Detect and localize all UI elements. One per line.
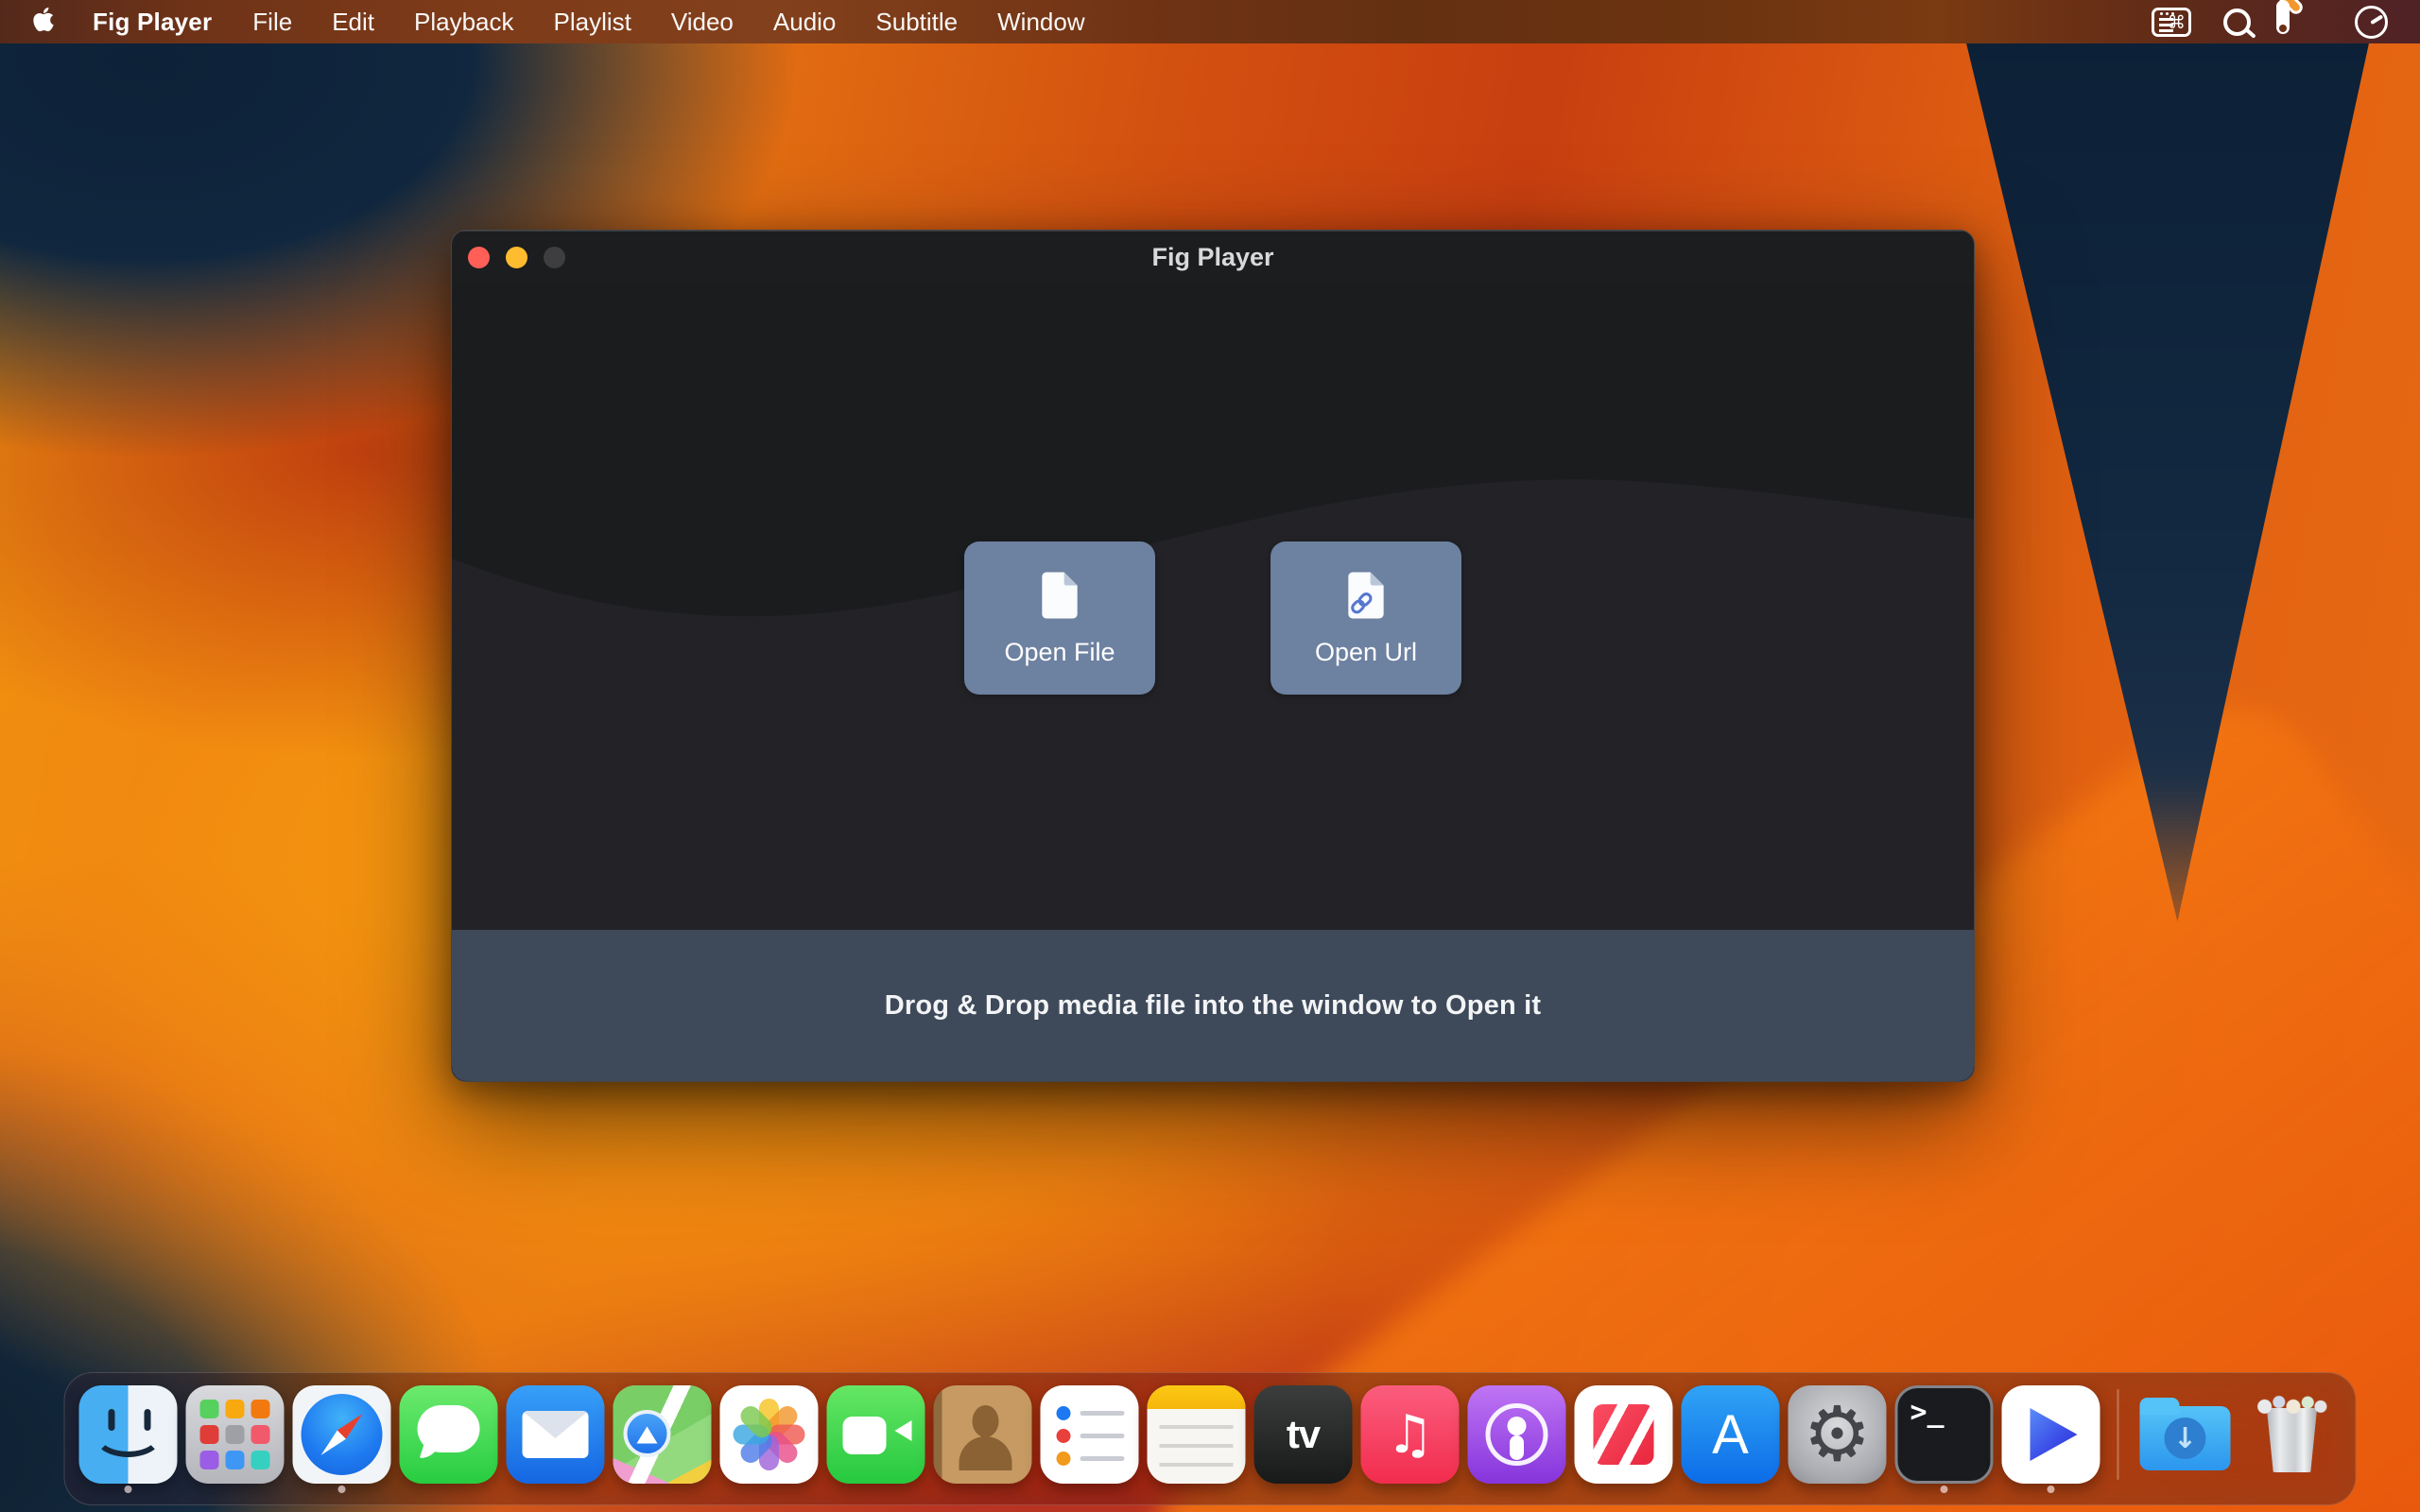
dock-item-downloads[interactable]	[2135, 1382, 2236, 1493]
window-titlebar[interactable]: Fig Player	[452, 231, 1974, 284]
menu-subtitle[interactable]: Subtitle	[856, 0, 977, 43]
menu-bar-left: Fig Player FileEditPlaybackPlaylistVideo…	[21, 0, 1105, 43]
dock-item-settings[interactable]	[1788, 1382, 1888, 1493]
dock-item-figplayer[interactable]	[2001, 1382, 2101, 1493]
control-center-icon[interactable]	[2283, 7, 2323, 37]
menu-audio[interactable]: Audio	[753, 0, 856, 43]
dock-item-podcasts[interactable]	[1467, 1382, 1567, 1493]
notes-icon	[1148, 1385, 1246, 1484]
reminders-icon	[1041, 1385, 1139, 1484]
traffic-lights	[452, 247, 565, 268]
facetime-icon	[827, 1385, 925, 1484]
terminal-icon	[1895, 1385, 1994, 1484]
document-link-icon	[1346, 570, 1386, 624]
spotlight-search-icon[interactable]	[2223, 9, 2251, 36]
app-menus: FileEditPlaybackPlaylistVideoAudioSubtit…	[233, 0, 1104, 43]
keyboard-input-icon[interactable]: ⌘	[2152, 8, 2191, 37]
menu-file[interactable]: File	[233, 0, 312, 43]
window-title: Fig Player	[452, 243, 1974, 272]
menu-playlist[interactable]: Playlist	[534, 0, 651, 43]
figplayer-icon	[2002, 1385, 2100, 1484]
dock-item-notes[interactable]	[1147, 1382, 1247, 1493]
apple-icon	[32, 6, 55, 38]
launchpad-icon	[186, 1385, 285, 1484]
fig-player-window: Fig Player Open File	[451, 230, 1975, 1082]
photos-icon	[720, 1385, 819, 1484]
appstore-icon	[1682, 1385, 1780, 1484]
close-button[interactable]	[468, 247, 490, 268]
dock-item-maps[interactable]	[613, 1382, 713, 1493]
dock-item-tv[interactable]	[1253, 1382, 1354, 1493]
menu-bar-status-area: ⌘	[2152, 0, 2399, 43]
minimize-button[interactable]	[506, 247, 527, 268]
news-icon	[1575, 1385, 1673, 1484]
open-file-button[interactable]: Open File	[964, 541, 1155, 695]
drop-hint-text: Drog & Drop media file into the window t…	[885, 990, 1542, 1022]
maps-icon	[614, 1385, 712, 1484]
dock-item-contacts[interactable]	[933, 1382, 1033, 1493]
dock-item-facetime[interactable]	[826, 1382, 926, 1493]
apple-menu[interactable]	[21, 0, 72, 43]
dock-item-launchpad[interactable]	[185, 1382, 285, 1493]
podcasts-icon	[1468, 1385, 1566, 1484]
dock-item-trash[interactable]	[2242, 1382, 2342, 1493]
dock-item-mail[interactable]	[506, 1382, 606, 1493]
dock-item-music[interactable]	[1360, 1382, 1461, 1493]
downloads-icon	[2136, 1385, 2235, 1484]
menu-video[interactable]: Video	[651, 0, 753, 43]
dock-item-news[interactable]	[1574, 1382, 1674, 1493]
messages-icon	[400, 1385, 498, 1484]
finder-icon	[79, 1385, 178, 1484]
clock-icon[interactable]	[2355, 6, 2388, 39]
open-actions-row: Open File Open Url	[964, 541, 1461, 695]
document-icon	[1040, 570, 1080, 624]
menu-window[interactable]: Window	[977, 0, 1104, 43]
dock-divider	[2118, 1389, 2119, 1480]
drop-hint-bar: Drog & Drop media file into the window t…	[452, 930, 1974, 1081]
settings-icon	[1789, 1385, 1887, 1484]
menu-bar: Fig Player FileEditPlaybackPlaylistVideo…	[0, 0, 2420, 43]
dock-item-safari[interactable]	[292, 1382, 392, 1493]
trash-icon	[2243, 1385, 2342, 1484]
dock-item-finder[interactable]	[78, 1382, 179, 1493]
menu-edit[interactable]: Edit	[312, 0, 394, 43]
dock	[64, 1372, 2357, 1505]
window-content: Open File Open Url	[452, 284, 1974, 930]
open-file-label: Open File	[1004, 638, 1115, 667]
open-url-label: Open Url	[1315, 638, 1417, 667]
menu-playback[interactable]: Playback	[394, 0, 534, 43]
mail-icon	[507, 1385, 605, 1484]
contacts-icon	[934, 1385, 1032, 1484]
music-icon	[1361, 1385, 1460, 1484]
dock-item-photos[interactable]	[719, 1382, 820, 1493]
zoom-button-disabled	[544, 247, 565, 268]
open-url-button[interactable]: Open Url	[1270, 541, 1461, 695]
dock-item-reminders[interactable]	[1040, 1382, 1140, 1493]
safari-icon	[293, 1385, 391, 1484]
active-app-name[interactable]: Fig Player	[72, 8, 233, 37]
dock-item-appstore[interactable]	[1681, 1382, 1781, 1493]
dock-item-messages[interactable]	[399, 1382, 499, 1493]
tv-icon	[1254, 1385, 1353, 1484]
dock-item-terminal[interactable]	[1894, 1382, 1995, 1493]
